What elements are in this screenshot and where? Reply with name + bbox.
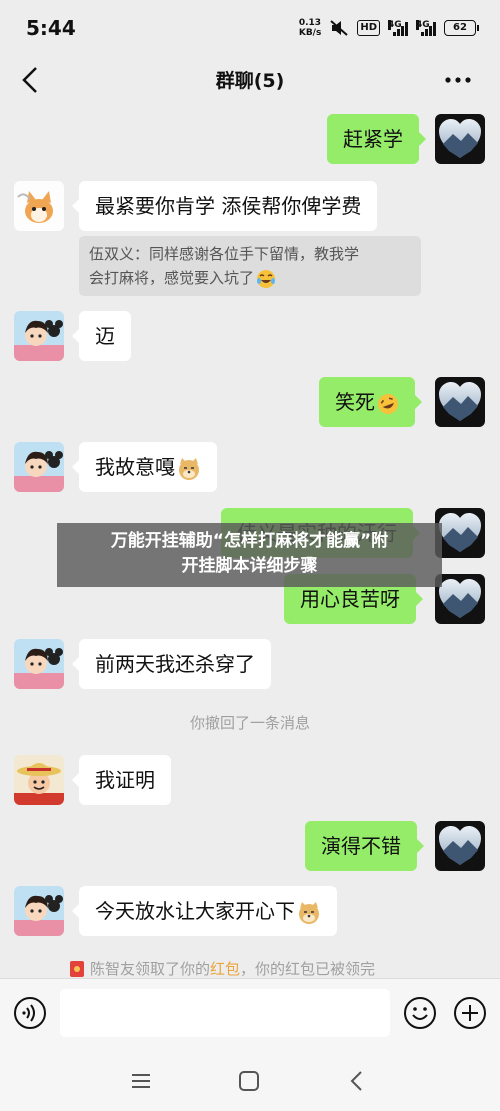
doge-emoji-icon bbox=[179, 457, 199, 480]
red-packet-notice: 陈智友领取了你的红包，你的红包已被领完 bbox=[70, 958, 375, 979]
message-bubble-right[interactable]: 演得不错 bbox=[305, 821, 424, 871]
message-text: 笑死 bbox=[335, 390, 375, 414]
member-avatar-cat[interactable] bbox=[14, 181, 64, 231]
message-text: 今天放水让大家开心下 bbox=[95, 899, 295, 923]
quote-line-2-text: 会打麻将，感觉要入坑了 bbox=[89, 269, 255, 287]
member-avatar-boy[interactable] bbox=[14, 886, 64, 936]
status-icons: 0.13 KB/s HD 4G 4G 62 bbox=[299, 18, 479, 38]
laugh-cry-emoji-icon bbox=[257, 269, 276, 288]
boy-cartoon-icon bbox=[14, 320, 64, 361]
overlay-line-1: 万能开挂辅助“怎样打麻将才能赢”附 bbox=[110, 531, 389, 551]
message-bubble-left[interactable]: 前两天我还杀穿了 bbox=[72, 639, 271, 689]
boy-cartoon-icon bbox=[14, 648, 64, 689]
network-speed: 0.13 KB/s bbox=[299, 18, 321, 38]
doge-emoji-icon bbox=[299, 901, 319, 924]
message-bubble-right[interactable]: 赶紧学 bbox=[327, 114, 426, 164]
member-avatar-boy[interactable] bbox=[14, 311, 64, 361]
cat-icon bbox=[17, 191, 53, 223]
message-input[interactable] bbox=[60, 989, 390, 1037]
battery-icon: 62 bbox=[444, 20, 479, 36]
member-avatar-boy[interactable] bbox=[14, 639, 64, 689]
network-speed-value: 0.13 bbox=[298, 18, 322, 28]
recall-notice: 你撤回了一条消息 bbox=[189, 714, 310, 732]
status-time: 5:44 bbox=[26, 16, 76, 40]
member-avatar-boy[interactable] bbox=[14, 442, 64, 492]
red-packet-notice-text: 陈智友领取了你的红包，你的红包已被领完 bbox=[90, 958, 375, 979]
red-packet-icon bbox=[70, 960, 84, 977]
more-actions-plus-icon[interactable] bbox=[452, 995, 488, 1031]
quote-line-2: 会打麻将，感觉要入坑了 bbox=[89, 266, 411, 290]
signal-tag-2: 4G bbox=[416, 20, 430, 30]
network-speed-unit: KB/s bbox=[298, 28, 322, 38]
chat-screen: 5:44 0.13 KB/s HD 4G 4G 62 群聊(5) 赶紧学 最紧要… bbox=[0, 0, 500, 1111]
message-text: 我故意嘎 bbox=[95, 455, 175, 479]
chat-header: 群聊(5) bbox=[0, 58, 500, 102]
message-bubble-right[interactable]: 笑死 bbox=[319, 377, 422, 427]
overlay-line-2: 开挂脚本详细步骤 bbox=[181, 556, 318, 576]
system-back-icon[interactable] bbox=[342, 1066, 372, 1096]
heart-landscape-icon bbox=[439, 826, 481, 865]
voice-input-icon[interactable] bbox=[12, 995, 48, 1031]
boy-cartoon-icon bbox=[14, 895, 64, 936]
recent-apps-icon[interactable] bbox=[126, 1066, 156, 1096]
more-options-icon[interactable] bbox=[438, 66, 478, 94]
signal-icon-1: 4G bbox=[388, 20, 408, 36]
emoji-picker-icon[interactable] bbox=[402, 995, 438, 1031]
heart-landscape-icon bbox=[439, 119, 481, 158]
overlay-banner: 万能开挂辅助“怎样打麻将才能赢”附 开挂脚本详细步骤 bbox=[57, 523, 442, 587]
self-avatar[interactable] bbox=[435, 377, 485, 427]
rofl-emoji-icon bbox=[378, 393, 398, 414]
red-packet-prefix: 陈智友领取了你的 bbox=[90, 960, 211, 978]
red-packet-link[interactable]: 红包 bbox=[210, 960, 240, 978]
self-avatar[interactable] bbox=[435, 821, 485, 871]
hd-icon: HD bbox=[357, 20, 380, 36]
signal-tag-1: 4G bbox=[388, 20, 402, 30]
member-avatar-straw-hat[interactable] bbox=[14, 755, 64, 805]
signal-icon-2: 4G bbox=[416, 20, 436, 36]
message-bubble-left[interactable]: 我证明 bbox=[72, 755, 171, 805]
system-nav-bar bbox=[0, 1050, 500, 1111]
quoted-message[interactable]: 伍双义：同样感谢各位手下留情，教我学 会打麻将，感觉要入坑了 bbox=[79, 236, 421, 296]
message-bubble-left[interactable]: 我故意嘎 bbox=[72, 442, 217, 492]
boy-cartoon-icon bbox=[14, 451, 64, 492]
self-avatar[interactable] bbox=[435, 574, 485, 624]
message-bubble-left[interactable]: 今天放水让大家开心下 bbox=[72, 886, 337, 936]
message-bubble-left[interactable]: 迈 bbox=[72, 311, 131, 361]
heart-landscape-icon bbox=[439, 513, 481, 552]
chat-title: 群聊(5) bbox=[215, 70, 285, 92]
mute-icon bbox=[330, 20, 348, 36]
straw-hat-cartoon-icon bbox=[14, 763, 64, 805]
heart-landscape-icon bbox=[439, 382, 481, 421]
input-bar bbox=[0, 978, 500, 1051]
self-avatar[interactable] bbox=[435, 114, 485, 164]
home-icon[interactable] bbox=[234, 1066, 264, 1096]
quote-line-1: 伍双义：同样感谢各位手下留情，教我学 bbox=[89, 245, 360, 263]
red-packet-suffix: ，你的红包已被领完 bbox=[240, 960, 376, 978]
self-avatar[interactable] bbox=[435, 508, 485, 558]
heart-landscape-icon bbox=[439, 579, 481, 618]
message-bubble-left[interactable]: 最紧要你肯学 添侯帮你俾学费 bbox=[71, 181, 378, 231]
status-bar: 5:44 0.13 KB/s HD 4G 4G 62 bbox=[0, 0, 500, 58]
